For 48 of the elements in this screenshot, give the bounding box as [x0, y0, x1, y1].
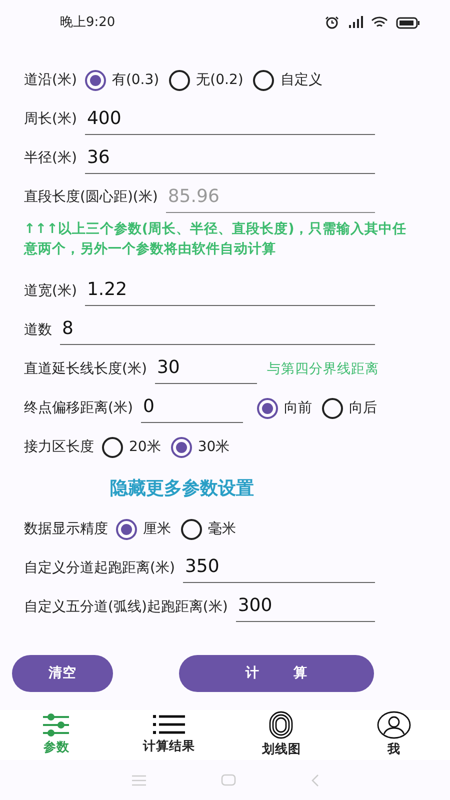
- radio-option[interactable]: 向后: [322, 398, 377, 418]
- sliders-icon: [42, 713, 70, 738]
- radio-option[interactable]: 20米: [102, 436, 161, 458]
- field-label: 自定义分道起跑距离(米): [24, 558, 175, 578]
- radio-option[interactable]: 30米: [170, 436, 230, 458]
- field-label: 直段长度(圆心距)(米): [24, 188, 158, 207]
- input-field[interactable]: 350: [182, 553, 375, 583]
- field-label: 半径(米): [24, 149, 77, 168]
- oval-track-icon: [269, 711, 294, 740]
- field-label: 道数: [24, 320, 52, 340]
- field-label: 数据显示精度: [24, 520, 108, 538]
- field-label: 周长(米): [24, 110, 77, 129]
- calculate-button[interactable]: 计 算: [179, 655, 374, 692]
- input-field[interactable]: 8: [60, 315, 375, 345]
- home-icon[interactable]: [220, 774, 236, 786]
- status-time: 晚上9:20: [60, 14, 116, 32]
- nav-tab[interactable]: 划线图: [225, 710, 338, 760]
- radio-option[interactable]: 厘米: [116, 518, 171, 540]
- back-icon[interactable]: [310, 774, 318, 786]
- input-field[interactable]: 300: [236, 592, 375, 622]
- radio-option[interactable]: 有(0.3): [84, 70, 160, 91]
- menu-icon[interactable]: [132, 774, 146, 786]
- radio-option[interactable]: 向前: [256, 398, 312, 418]
- field-label: 接力区长度: [24, 438, 94, 456]
- input-field[interactable]: 400: [84, 104, 375, 134]
- alarm-icon: [325, 16, 339, 29]
- radio-option[interactable]: 无(0.2): [169, 70, 244, 91]
- field-label: 终点偏移距离(米): [24, 398, 133, 418]
- wifi-icon: [371, 16, 388, 29]
- radio-option[interactable]: 毫米: [181, 518, 236, 540]
- field-label: 道沿(米): [24, 71, 77, 90]
- numbered-list-icon: [152, 714, 185, 736]
- clear-button[interactable]: 清空: [12, 655, 113, 692]
- battery-icon: [396, 16, 420, 28]
- info-note: ↑↑↑以上三个参数(周长、半径、直段长度)，只需输入其中任意两个，另外一个参数将由软件自动计算: [24, 220, 408, 260]
- field-label: 直道延长线长度(米): [24, 360, 147, 378]
- input-field[interactable]: 30: [154, 354, 257, 384]
- nav-tab[interactable]: 计算结果: [112, 710, 225, 760]
- hint-text: 与第四分界线距离: [266, 360, 379, 379]
- field-label: 道宽(米): [24, 282, 77, 300]
- field-label: 自定义五分道(弧线)起跑距离(米): [24, 598, 228, 616]
- input-field[interactable]: 1.22: [84, 276, 375, 306]
- input-field[interactable]: 0: [140, 393, 243, 423]
- nav-tab[interactable]: 我: [338, 710, 450, 760]
- input-field[interactable]: 36: [84, 144, 375, 174]
- signal-icon: [347, 16, 363, 29]
- person-icon: [376, 711, 411, 740]
- radio-option[interactable]: 自定义: [253, 70, 322, 91]
